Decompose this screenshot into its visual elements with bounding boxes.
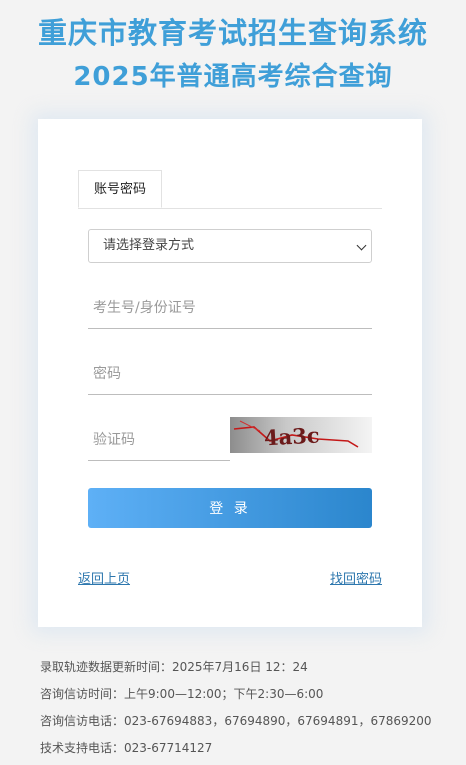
login-tabs: 账号密码 (78, 170, 382, 209)
page-title: 重庆市教育考试招生查询系统 (37, 16, 428, 50)
login-button[interactable]: 登 录 (88, 488, 372, 528)
update-time-text: 录取轨迹数据更新时间：2025年7月16日 12：24 (40, 660, 308, 674)
support-phone-text: 技术支持电话：023-67714127 (40, 741, 213, 755)
consult-time-text: 咨询信访时间：上午9:00—12:00；下午2:30—6:00 (40, 687, 324, 701)
password-field-wrapper (88, 355, 377, 395)
tab-account-password[interactable]: 账号密码 (78, 170, 162, 208)
captcha-input[interactable] (88, 421, 235, 459)
username-input[interactable] (88, 289, 377, 327)
password-input[interactable] (88, 355, 377, 393)
username-field-wrapper (88, 289, 377, 329)
chevron-down-icon (356, 240, 367, 251)
captcha-text: 4a3c (263, 422, 320, 450)
login-method-select[interactable]: 请选择登录方式 (88, 229, 372, 263)
captcha-field-wrapper (88, 421, 235, 461)
login-method-select-value: 请选择登录方式 (103, 238, 195, 253)
consult-phone-text: 咨询信访电话：023-67694883，67694890，67694891，67… (40, 714, 432, 728)
captcha-image[interactable]: 4a3c (230, 417, 372, 453)
login-card: 账号密码 请选择登录方式 4a3c 登 录 返回上页 找 (38, 119, 422, 627)
forgot-password-link[interactable]: 找回密码 (330, 568, 382, 587)
back-link[interactable]: 返回上页 (78, 568, 130, 587)
page-subtitle: 2025年普通高考综合查询 (73, 62, 393, 92)
